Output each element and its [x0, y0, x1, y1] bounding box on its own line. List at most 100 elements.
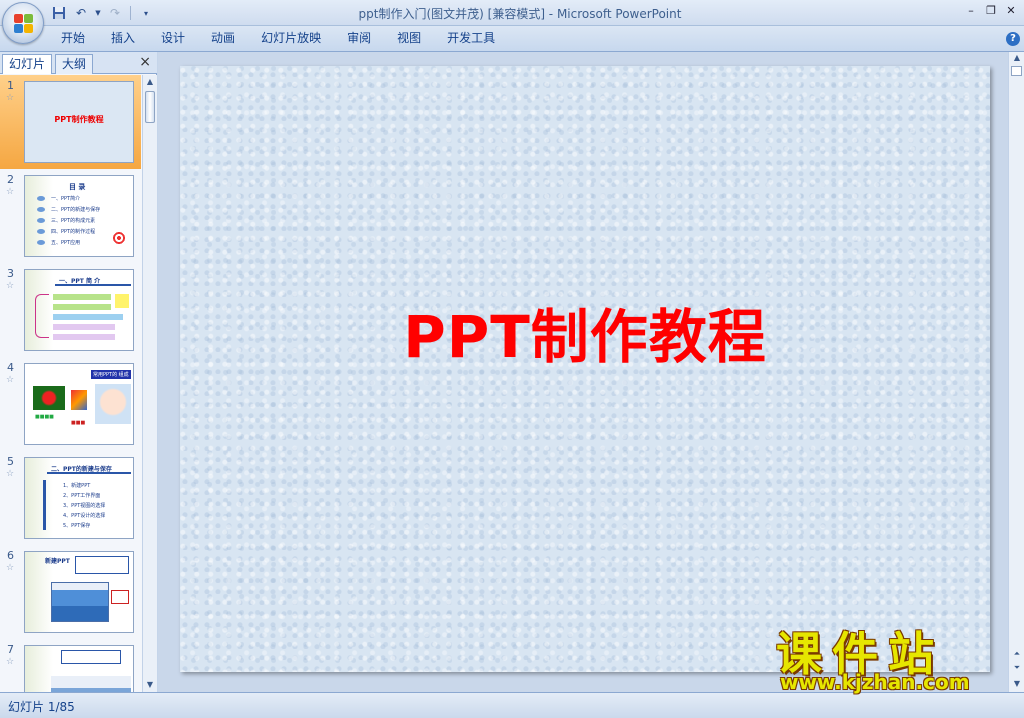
previous-slide-icon[interactable]: ⏶: [1010, 648, 1024, 660]
scroll-thumb[interactable]: [1011, 66, 1022, 76]
thumbnail-title: 常用PPT的 组成: [91, 370, 131, 379]
tab-design[interactable]: 设计: [148, 26, 198, 52]
side-box: [115, 294, 129, 308]
divider: [55, 284, 131, 286]
floral-decoration: [25, 458, 53, 538]
callout-box: [75, 556, 129, 574]
vertical-bar: [43, 480, 46, 530]
slide-thumbnail[interactable]: 常用PPT的 组成 ■■■■ ■■■: [24, 363, 134, 445]
divider: [47, 472, 131, 474]
slide-number: 2: [7, 173, 14, 186]
logo-image: [71, 390, 87, 410]
thumbnail-title: 新建PPT: [45, 558, 70, 565]
slide-number: 6: [7, 549, 14, 562]
tab-review[interactable]: 审阅: [334, 26, 384, 52]
list-box: [53, 334, 115, 340]
screenshot-image: [51, 676, 131, 692]
thumbnail-row[interactable]: 7 ☆: [0, 639, 141, 692]
flower-image: [33, 386, 65, 410]
quick-access-toolbar: ↶ ▼ ↷ ▾: [50, 4, 155, 22]
thumbnail-row[interactable]: 3 ☆ 一、PPT 简 介: [0, 263, 141, 357]
tab-slides[interactable]: 幻灯片: [2, 54, 53, 74]
close-icon[interactable]: ✕: [1002, 3, 1020, 17]
customize-qat-icon[interactable]: ▾: [137, 4, 155, 22]
tab-home[interactable]: 开始: [48, 26, 98, 52]
slide-title[interactable]: PPT制作教程: [180, 290, 990, 374]
list-line: 2、PPT工作界面: [63, 493, 101, 499]
thumbnail-row[interactable]: 5 ☆ 二、PPT的新建与保存 1、新建PPT 2、PPT工作界面 3、PPT视…: [0, 451, 141, 545]
list-line: 4、PPT设计的选择: [63, 513, 106, 519]
scroll-down-icon[interactable]: ▼: [1010, 678, 1024, 690]
pane-close-icon[interactable]: ×: [139, 54, 151, 70]
thumbnail-row[interactable]: 6 ☆ 新建PPT: [0, 545, 141, 639]
thumbnail-row[interactable]: 4 ☆ 常用PPT的 组成 ■■■■ ■■■: [0, 357, 141, 451]
scroll-up-icon[interactable]: ▲: [1010, 52, 1024, 64]
transition-star-icon: ☆: [6, 187, 15, 197]
pane-tabs: 幻灯片 大纲 ×: [0, 52, 157, 74]
caption: ■■■■: [35, 414, 54, 420]
office-button[interactable]: [2, 2, 44, 44]
slide-number: 3: [7, 267, 14, 280]
tab-animations[interactable]: 动画: [198, 26, 248, 52]
slides-pane: 幻灯片 大纲 × 1 ☆ PPT制作教程 2 ☆ 目 录 一、PPT简介 二、P…: [0, 52, 157, 692]
help-icon[interactable]: ?: [1006, 32, 1020, 46]
toc-line: 五、PPT应用: [51, 240, 81, 246]
toc-line: 二、PPT的新建与保存: [51, 207, 101, 213]
slide-thumbnail[interactable]: 一、PPT 简 介: [24, 269, 134, 351]
thumbnail-scrollbar[interactable]: ▲ ▼: [142, 75, 157, 692]
watermark-logo: 课件站 www.kjzhan.com: [770, 618, 1010, 698]
tab-slideshow[interactable]: 幻灯片放映: [248, 26, 334, 52]
transition-star-icon: ☆: [6, 281, 15, 291]
window-controls: – ❐ ✕: [962, 3, 1020, 17]
current-slide[interactable]: PPT制作教程: [180, 66, 990, 672]
slide-number: 5: [7, 455, 14, 468]
transition-star-icon: ☆: [6, 93, 15, 103]
transition-star-icon: ☆: [6, 469, 15, 479]
scroll-up-icon[interactable]: ▲: [143, 75, 157, 89]
bracket-shape: [35, 294, 49, 338]
list-box: [53, 294, 111, 300]
next-slide-icon[interactable]: ⏷: [1010, 662, 1024, 674]
tab-insert[interactable]: 插入: [98, 26, 148, 52]
slide-number: 7: [7, 643, 14, 656]
list-line: 1、新建PPT: [63, 483, 91, 489]
transition-star-icon: ☆: [6, 657, 15, 667]
minimize-icon[interactable]: –: [962, 3, 980, 17]
thumbnail-list: 1 ☆ PPT制作教程 2 ☆ 目 录 一、PPT简介 二、PPT的新建与保存 …: [0, 75, 141, 692]
callout-box: [61, 650, 121, 664]
slide-thumbnail[interactable]: 二、PPT的新建与保存 1、新建PPT 2、PPT工作界面 3、PPT视图的选择…: [24, 457, 134, 539]
list-line: 5、PPT保存: [63, 523, 91, 529]
bullet-dot: [37, 218, 45, 223]
undo-icon[interactable]: ↶: [72, 4, 90, 22]
tab-developer[interactable]: 开发工具: [434, 26, 508, 52]
thumbnail-title: PPT制作教程: [54, 115, 104, 124]
slide-thumbnail[interactable]: [24, 645, 134, 692]
window-title: ppt制作入门(图文并茂) [兼容模式] - Microsoft PowerPo…: [358, 7, 682, 21]
bullet-dot: [37, 207, 45, 212]
tab-outline[interactable]: 大纲: [55, 54, 94, 74]
baby-image: [95, 384, 131, 424]
slide-thumbnail[interactable]: PPT制作教程: [24, 81, 134, 163]
save-icon[interactable]: [50, 4, 68, 22]
bullet-dot: [37, 240, 45, 245]
scroll-down-icon[interactable]: ▼: [143, 678, 157, 692]
slide-scrollbar[interactable]: ▲ ⏶ ⏷ ▼: [1008, 52, 1024, 692]
list-box: [53, 314, 123, 320]
target-icon: [111, 230, 127, 246]
qat-separator: [130, 6, 131, 20]
slide-count: 幻灯片 1/85: [8, 700, 75, 714]
redo-icon[interactable]: ↷: [106, 4, 124, 22]
slide-thumbnail[interactable]: 新建PPT: [24, 551, 134, 633]
thumbnail-row[interactable]: 2 ☆ 目 录 一、PPT简介 二、PPT的新建与保存 三、PPT的构成元素 四…: [0, 169, 141, 263]
tab-view[interactable]: 视图: [384, 26, 434, 52]
list-box: [53, 304, 111, 310]
callout-box: [111, 590, 129, 604]
thumbnail-row[interactable]: 1 ☆ PPT制作教程: [0, 75, 141, 169]
scroll-thumb[interactable]: [145, 91, 155, 123]
undo-dropdown-icon[interactable]: ▼: [94, 4, 102, 22]
slide-number: 1: [7, 79, 14, 92]
restore-icon[interactable]: ❐: [982, 3, 1000, 17]
slide-thumbnail[interactable]: 目 录 一、PPT简介 二、PPT的新建与保存 三、PPT的构成元素 四、PPT…: [24, 175, 134, 257]
caption: ■■■: [71, 420, 86, 426]
bullet-dot: [37, 196, 45, 201]
